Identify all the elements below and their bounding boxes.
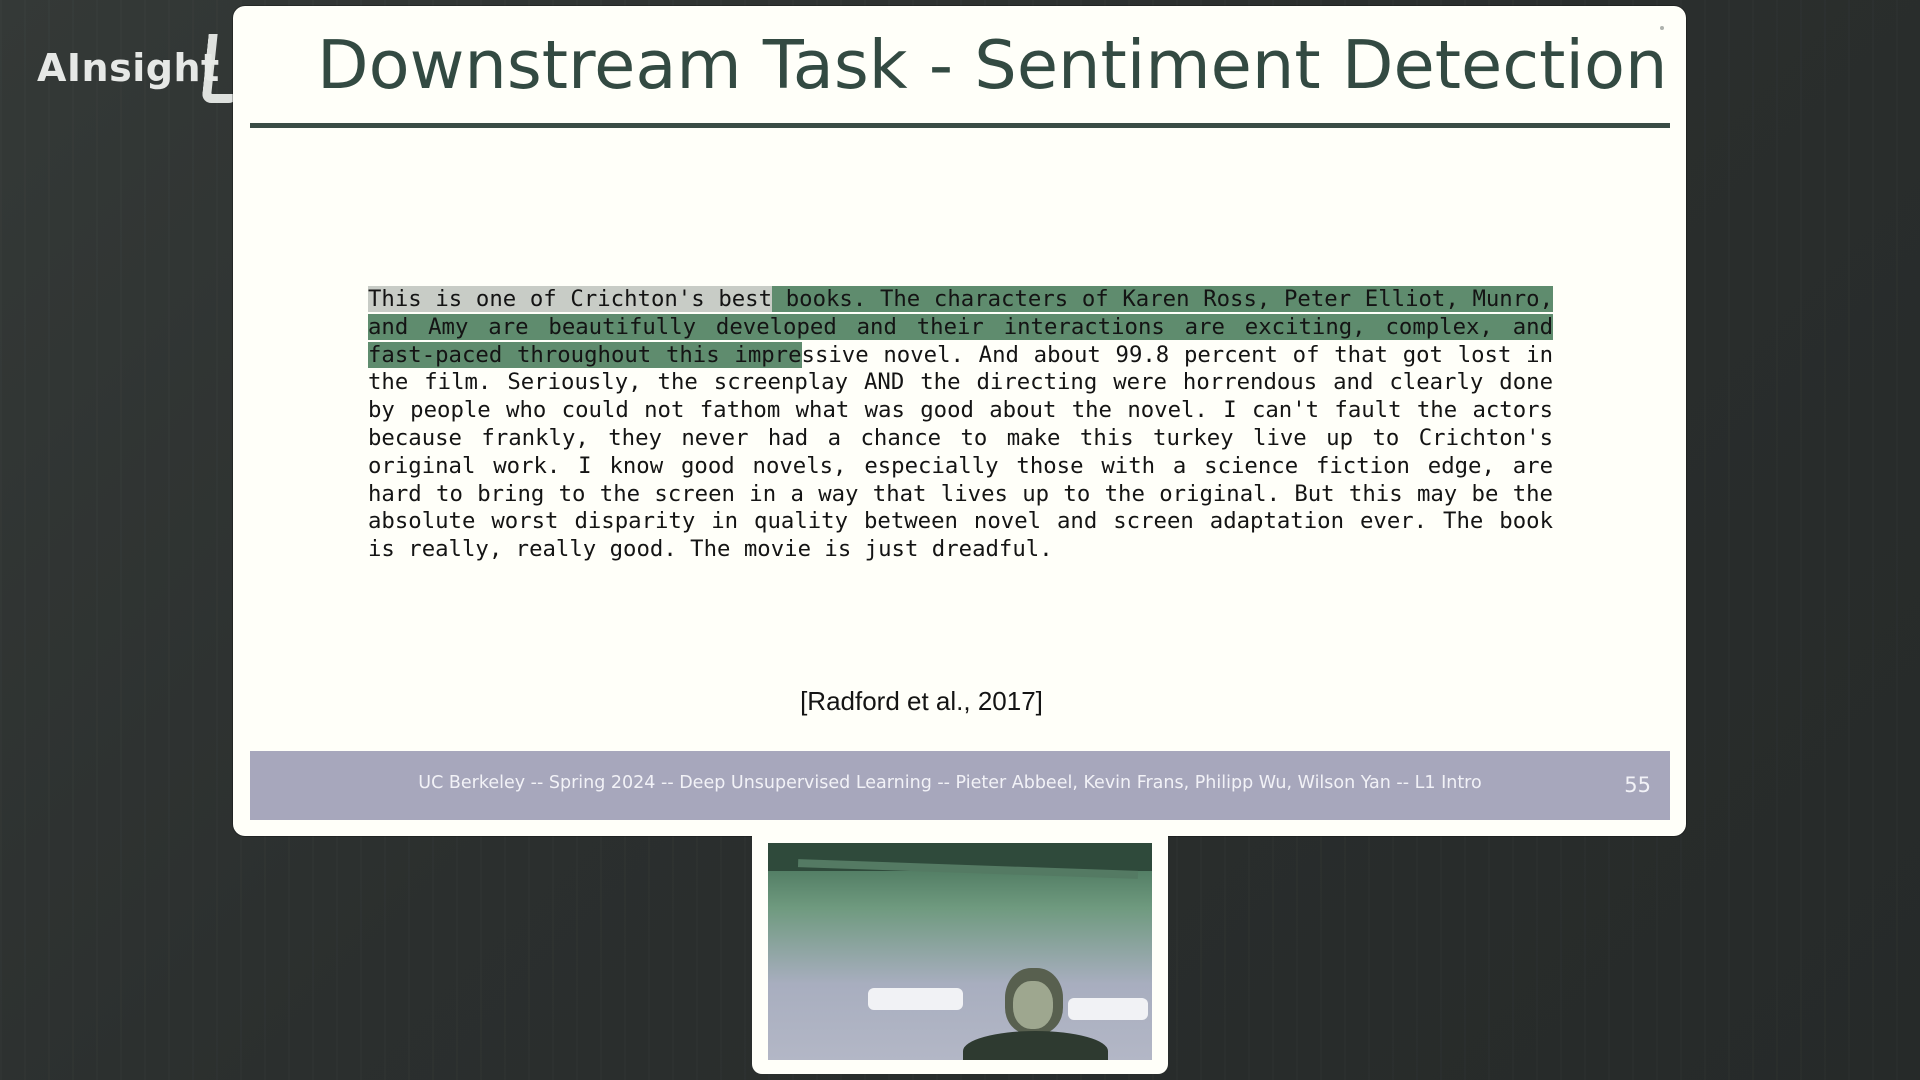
slide-title: Downstream Task - Sentiment Detection (317, 26, 1668, 104)
title-divider (250, 123, 1670, 128)
brand-logo-text: AInsight (37, 46, 220, 90)
page-number: 55 (1624, 773, 1651, 797)
neutral-highlight: This is one of Crichton's best (368, 286, 773, 312)
webcam-panel (752, 836, 1168, 1074)
plain-text: ssive novel. And about 99.8 percent of t… (368, 341, 1553, 563)
citation: [Radford et al., 2017] (800, 686, 1043, 716)
room-light (1068, 998, 1148, 1020)
presenter-face (1013, 981, 1053, 1029)
room-light (868, 988, 963, 1010)
slide-window: Downstream Task - Sentiment Detection Th… (233, 6, 1686, 836)
footer-text: UC Berkeley -- Spring 2024 -- Deep Unsup… (418, 773, 1482, 793)
presenter-body (963, 1031, 1108, 1060)
slide-footer: UC Berkeley -- Spring 2024 -- Deep Unsup… (250, 751, 1670, 820)
review-passage: This is one of Crichton's best books. Th… (368, 286, 1554, 564)
presenter-video-feed (768, 843, 1152, 1060)
